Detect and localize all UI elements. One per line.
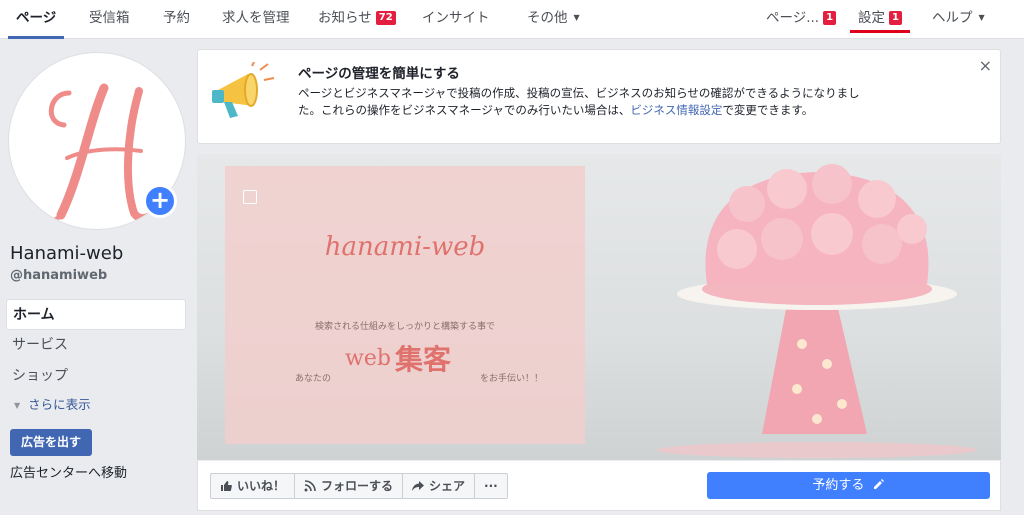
page-handle[interactable]: @hanamiweb xyxy=(10,268,107,283)
pencil-icon xyxy=(873,479,884,489)
cover-text-prefix: あなたの xyxy=(295,374,332,384)
tab-insights[interactable]: インサイト xyxy=(422,0,490,39)
cover-tagline: 検索される仕組みをしっかりと構築する事で xyxy=(314,322,495,332)
tab-jobs[interactable]: 求人を管理 xyxy=(222,0,290,39)
page-sidebar: ホーム サービス ショップ ▼ さらに表示 xyxy=(6,299,186,418)
megaphone-icon xyxy=(212,62,275,118)
tab-more[interactable]: その他 ▼ xyxy=(527,0,580,39)
add-profile-photo-button[interactable]: + xyxy=(143,184,177,218)
share-button[interactable]: シェア xyxy=(403,474,476,498)
thumbs-up-icon xyxy=(221,481,232,491)
tab-reservations[interactable]: 予約 xyxy=(163,0,190,39)
notification-count-badge: 72 xyxy=(375,11,396,25)
business-settings-link[interactable]: ビジネス情報設定 xyxy=(630,103,722,117)
cover-text-web: web xyxy=(345,346,391,371)
tab-help[interactable]: ヘルプ ▼ xyxy=(932,0,985,39)
cover-brand: hanami-web xyxy=(324,232,486,262)
page-action-bar: いいね！ フォローする シェア ··· 予約する xyxy=(197,461,1001,511)
checkbox-icon xyxy=(243,190,257,204)
follow-button[interactable]: フォローする xyxy=(295,474,404,498)
notice-title: ページの管理を簡単にする xyxy=(298,66,460,82)
tab-page-roles[interactable]: ページ... 1 xyxy=(766,0,837,39)
like-button[interactable]: いいね！ xyxy=(211,474,296,498)
tab-inbox[interactable]: 受信箱 xyxy=(89,0,130,39)
sidebar-item-shop[interactable]: ショップ xyxy=(6,361,186,392)
caret-down-icon: ▼ xyxy=(978,13,985,22)
page-name: Hanami-web xyxy=(10,243,124,264)
show-more-link[interactable]: ▼ さらに表示 xyxy=(6,392,186,418)
create-ad-button[interactable]: 広告を出す xyxy=(10,429,92,456)
notice-body: ページとビジネスマネージャで投稿の作成、投稿の宣伝、ビジネスのお知らせの確認がで… xyxy=(298,86,860,117)
book-now-button[interactable]: 予約する xyxy=(707,472,990,499)
tab-settings[interactable]: 設定 1 xyxy=(850,0,910,39)
more-options-button[interactable]: ··· xyxy=(475,474,507,498)
cover-text-shukyaku: 集客 xyxy=(395,343,452,376)
cover-text-card: hanami-web 検索される仕組みをしっかりと構築する事で あなたの web… xyxy=(225,166,585,444)
ad-center-link[interactable]: 広告センターへ移動 xyxy=(10,462,127,481)
cover-photo[interactable]: hanami-web 検索される仕組みをしっかりと構築する事で あなたの web… xyxy=(197,154,1001,460)
caret-down-icon: ▼ xyxy=(573,13,580,22)
manage-page-notice: ページの管理を簡単にする ページとビジネスマネージャで投稿の作成、投稿の宣伝、ビ… xyxy=(197,49,1001,144)
close-icon[interactable]: × xyxy=(979,56,992,75)
sidebar-item-services[interactable]: サービス xyxy=(6,330,186,361)
top-navigation: ページ 受信箱 予約 求人を管理 お知らせ 72 インサイト その他 ▼ ページ..… xyxy=(0,0,1024,39)
cake-illustration xyxy=(657,164,977,458)
share-arrow-icon xyxy=(412,481,425,491)
page-actions-group: いいね！ フォローする シェア ··· xyxy=(210,473,508,499)
tab-notifications[interactable]: お知らせ 72 xyxy=(318,0,396,39)
sidebar-item-home[interactable]: ホーム xyxy=(6,299,186,330)
page-roles-badge: 1 xyxy=(823,11,837,25)
settings-badge: 1 xyxy=(889,11,902,25)
tab-page[interactable]: ページ xyxy=(7,0,65,39)
rss-icon xyxy=(304,480,316,492)
triangle-down-icon: ▼ xyxy=(14,401,21,410)
cover-text-suffix: をお手伝い！！ xyxy=(480,374,544,384)
